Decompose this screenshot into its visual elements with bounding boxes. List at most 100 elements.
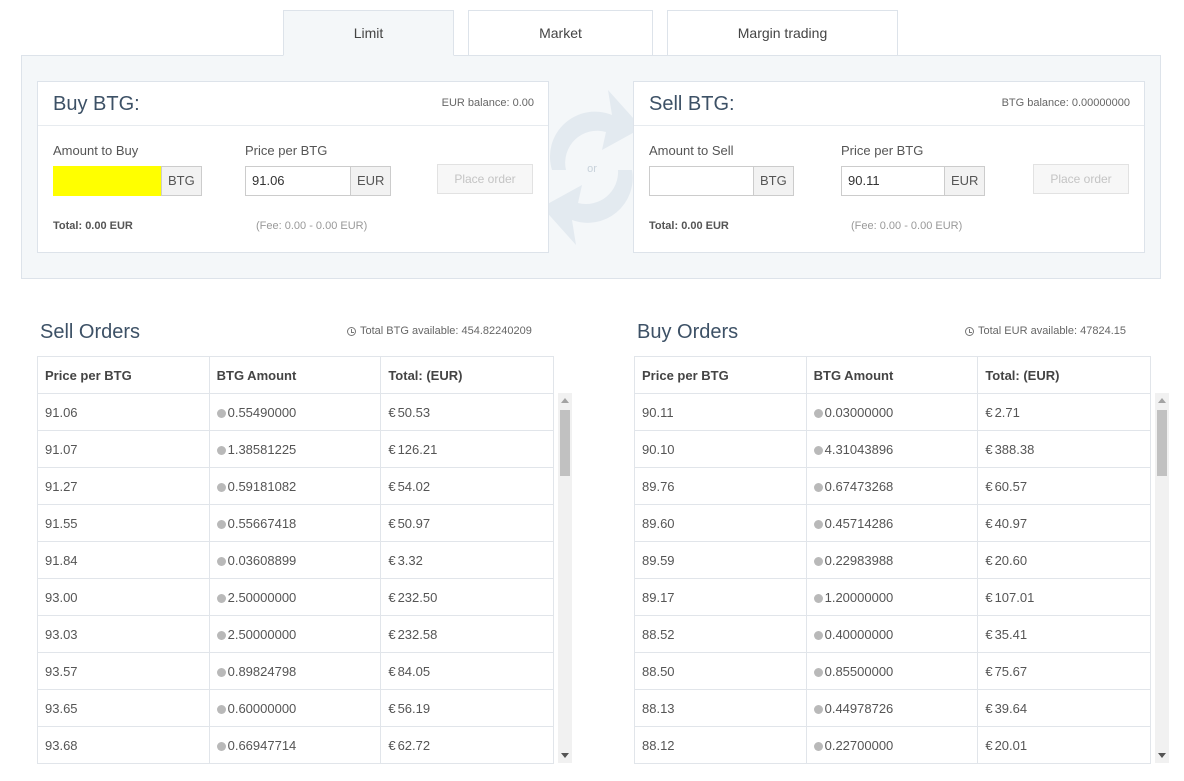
- euro-icon: €: [985, 478, 993, 494]
- order-price: 88.12: [634, 726, 807, 764]
- table-row[interactable]: 89.59 0.22983988 €20.60: [634, 541, 1151, 579]
- sell-amount-input[interactable]: [649, 166, 753, 196]
- order-total: €50.97: [380, 504, 554, 542]
- scroll-thumb[interactable]: [560, 410, 570, 476]
- buy-amount-input[interactable]: [53, 166, 161, 196]
- order-amount-value: 0.40000000: [824, 626, 894, 642]
- buy-place-order-button[interactable]: Place order: [437, 164, 533, 194]
- buy-amount-unit: BTG: [161, 166, 202, 196]
- order-price: 91.06: [37, 393, 210, 431]
- col-price-per-btg[interactable]: Price per BTG: [37, 356, 210, 394]
- order-amount: 0.03000000: [805, 393, 979, 431]
- table-row[interactable]: 93.57 0.89824798 €84.05: [37, 652, 554, 690]
- order-price: 91.07: [37, 430, 210, 468]
- euro-icon: €: [388, 663, 396, 679]
- col-btg-amount[interactable]: BTG Amount: [208, 356, 382, 394]
- table-row[interactable]: 93.00 2.50000000 €232.50: [37, 578, 554, 616]
- order-amount: 0.85500000: [805, 652, 979, 690]
- euro-icon: €: [985, 404, 993, 420]
- table-row[interactable]: 91.07 1.38581225 €126.21: [37, 430, 554, 468]
- col-total-eur[interactable]: Total: (EUR): [380, 356, 554, 394]
- order-price: 93.65: [37, 689, 210, 727]
- euro-icon: €: [388, 737, 396, 753]
- buy-orders-scrollbar[interactable]: [1155, 393, 1169, 763]
- order-total-value: 39.64: [994, 700, 1028, 716]
- order-total-value: 56.19: [397, 700, 431, 716]
- sell-orders-scrollbar[interactable]: [558, 393, 572, 763]
- table-row[interactable]: 91.27 0.59181082 €54.02: [37, 467, 554, 505]
- order-amount: 0.66947714: [208, 726, 382, 764]
- order-total: €126.21: [380, 430, 554, 468]
- order-amount: 2.50000000: [208, 578, 382, 616]
- order-total-value: 62.72: [397, 737, 431, 753]
- order-total-value: 84.05: [397, 663, 431, 679]
- table-row[interactable]: 88.12 0.22700000 €20.01: [634, 726, 1151, 764]
- order-total-value: 2.71: [994, 404, 1020, 420]
- table-row[interactable]: 88.52 0.40000000 €35.41: [634, 615, 1151, 653]
- order-total: €20.60: [977, 541, 1151, 579]
- buy-title: Buy BTG:: [53, 93, 140, 115]
- tab-market[interactable]: Market: [468, 10, 653, 56]
- tab-limit[interactable]: Limit: [283, 10, 454, 56]
- btg-coin-icon: [216, 593, 226, 603]
- order-price: 93.68: [37, 726, 210, 764]
- buy-amount-group: BTG: [53, 166, 202, 196]
- euro-icon: €: [388, 589, 396, 605]
- sell-total-value: 0.00 EUR: [681, 220, 729, 232]
- table-row[interactable]: 90.10 4.31043896 €388.38: [634, 430, 1151, 468]
- amount-to-sell-label: Amount to Sell: [649, 143, 734, 158]
- euro-icon: €: [388, 552, 396, 568]
- order-total: €40.97: [977, 504, 1151, 542]
- sell-place-order-button[interactable]: Place order: [1033, 164, 1129, 194]
- order-amount-value: 0.03000000: [824, 404, 894, 420]
- order-total-value: 60.57: [994, 478, 1028, 494]
- scroll-up-icon[interactable]: [1158, 398, 1166, 403]
- table-row[interactable]: 93.03 2.50000000 €232.58: [37, 615, 554, 653]
- tab-margin-trading[interactable]: Margin trading: [667, 10, 898, 56]
- btg-coin-icon: [813, 741, 823, 751]
- table-row[interactable]: 91.84 0.03608899 €3.32: [37, 541, 554, 579]
- order-total: €232.50: [380, 578, 554, 616]
- btg-coin-icon: [813, 556, 823, 566]
- table-row[interactable]: 93.65 0.60000000 €56.19: [37, 689, 554, 727]
- table-row[interactable]: 89.17 1.20000000 €107.01: [634, 578, 1151, 616]
- order-total: €62.72: [380, 726, 554, 764]
- order-price: 93.03: [37, 615, 210, 653]
- table-row[interactable]: 91.55 0.55667418 €50.97: [37, 504, 554, 542]
- order-price: 88.52: [634, 615, 807, 653]
- order-amount-value: 0.44978726: [824, 700, 894, 716]
- order-amount: 0.03608899: [208, 541, 382, 579]
- table-row[interactable]: 89.60 0.45714286 €40.97: [634, 504, 1151, 542]
- order-total-value: 388.38: [994, 441, 1035, 457]
- scroll-thumb[interactable]: [1157, 410, 1167, 476]
- order-amount: 0.60000000: [208, 689, 382, 727]
- scroll-down-icon[interactable]: [561, 753, 569, 758]
- order-amount: 0.67473268: [805, 467, 979, 505]
- buy-price-input[interactable]: 91.06: [245, 166, 350, 196]
- scroll-down-icon[interactable]: [1158, 753, 1166, 758]
- order-amount-value: 0.22983988: [824, 552, 894, 568]
- table-row[interactable]: 91.06 0.55490000 €50.53: [37, 393, 554, 431]
- btg-coin-icon: [216, 704, 226, 714]
- btg-coin-icon: [813, 482, 823, 492]
- col-btg-amount[interactable]: BTG Amount: [805, 356, 979, 394]
- btg-coin-icon: [216, 408, 226, 418]
- table-row[interactable]: 93.68 0.66947714 €62.72: [37, 726, 554, 764]
- order-price: 90.10: [634, 430, 807, 468]
- total-eur-available: Total EUR available: 47824.15: [978, 325, 1126, 337]
- sell-price-input[interactable]: 90.11: [841, 166, 944, 196]
- euro-icon: €: [985, 626, 993, 642]
- euro-icon: €: [388, 700, 396, 716]
- buy-price-unit: EUR: [350, 166, 392, 196]
- col-price-per-btg[interactable]: Price per BTG: [634, 356, 807, 394]
- table-row[interactable]: 89.76 0.67473268 €60.57: [634, 467, 1151, 505]
- swap-or-label: or: [587, 163, 597, 175]
- table-row[interactable]: 88.13 0.44978726 €39.64: [634, 689, 1151, 727]
- btg-balance: BTG balance: 0.00000000: [1001, 97, 1130, 109]
- scroll-up-icon[interactable]: [561, 398, 569, 403]
- table-row[interactable]: 90.11 0.03000000 €2.71: [634, 393, 1151, 431]
- col-total-eur[interactable]: Total: (EUR): [977, 356, 1151, 394]
- euro-icon: €: [985, 663, 993, 679]
- sell-total-label: Total:: [649, 220, 679, 232]
- table-row[interactable]: 88.50 0.85500000 €75.67: [634, 652, 1151, 690]
